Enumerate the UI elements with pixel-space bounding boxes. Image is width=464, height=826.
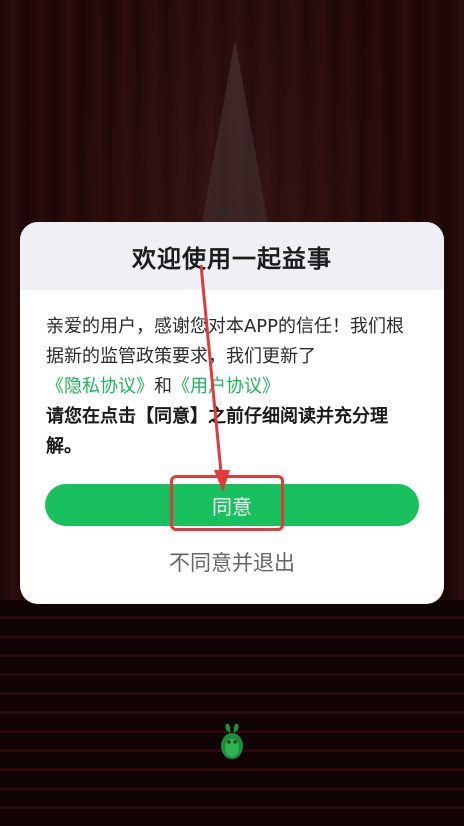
dialog-body: 亲爱的用户，感谢您对本APP的信任！我们根据新的监管政策要求，我们更新了 《隐私… [20, 290, 444, 462]
and-text: 和 [154, 376, 172, 397]
privacy-consent-dialog: 欢迎使用一起益事 亲爱的用户，感谢您对本APP的信任！我们根据新的监管政策要求，… [20, 222, 444, 604]
green-mascot-icon [221, 723, 243, 759]
dialog-title: 欢迎使用一起益事 [132, 244, 332, 273]
user-agreement-link[interactable]: 《用户协议》 [172, 376, 280, 397]
disagree-exit-button[interactable]: 不同意并退出 [45, 544, 419, 580]
notice-text: 请您在点击【同意】之前仔细阅读并充分理解。 [46, 406, 388, 457]
dialog-header: 欢迎使用一起益事 [20, 222, 444, 290]
stage-floor [0, 600, 464, 826]
annotation-highlight-box [170, 475, 284, 531]
privacy-policy-link[interactable]: 《隐私协议》 [46, 376, 154, 397]
intro-text: 亲爱的用户，感谢您对本APP的信任！我们根据新的监管政策要求，我们更新了 [46, 316, 405, 367]
